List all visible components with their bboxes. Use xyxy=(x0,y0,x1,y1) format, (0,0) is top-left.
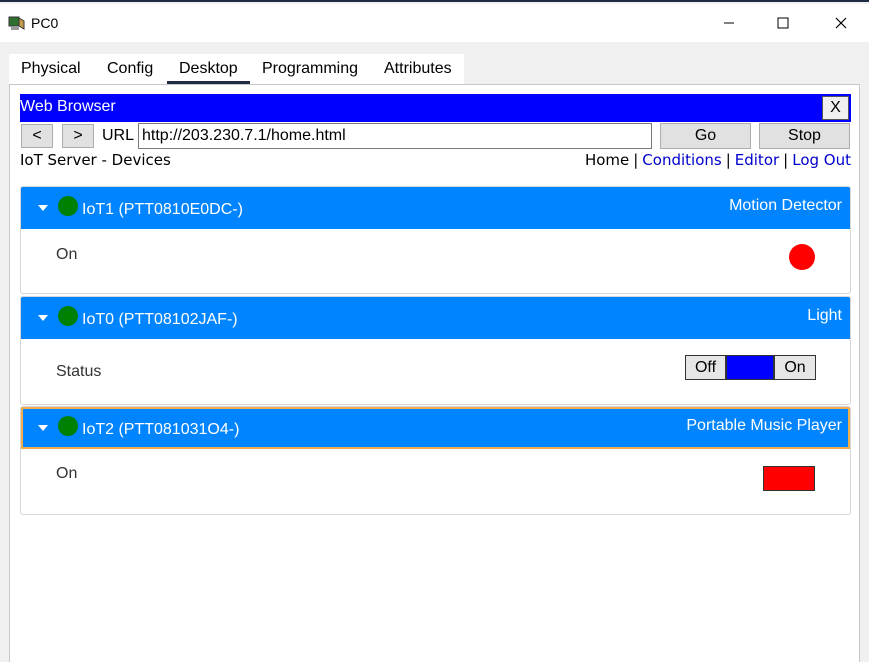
pc0-window: PC0 Physical Config Desktop Programming … xyxy=(0,0,869,662)
caret-down-icon[interactable] xyxy=(38,315,48,321)
minimize-button[interactable] xyxy=(706,6,752,40)
tab-programming[interactable]: Programming xyxy=(262,54,358,84)
stop-button[interactable]: Stop xyxy=(759,123,850,149)
page-nav-links: Home | Conditions | Editor | Log Out xyxy=(585,151,851,169)
window-titlebar[interactable]: PC0 xyxy=(0,4,869,42)
home-label: Home xyxy=(584,151,630,169)
link-separator: | xyxy=(633,151,639,169)
device-name: IoT2 (PTT081031O4-) xyxy=(82,421,240,438)
go-button[interactable]: Go xyxy=(660,123,751,149)
window-title: PC0 xyxy=(31,15,59,31)
device-header-iot2[interactable]: IoT2 (PTT081031O4-) Portable Music Playe… xyxy=(21,407,850,449)
conditions-link[interactable]: Conditions xyxy=(642,151,721,169)
tab-bar: Physical Config Desktop Programming Attr… xyxy=(9,54,464,84)
caret-down-icon[interactable] xyxy=(38,425,48,431)
music-player-indicator[interactable] xyxy=(763,466,815,491)
pc-app-icon xyxy=(8,16,25,30)
caret-down-icon[interactable] xyxy=(38,205,48,211)
status-dot-icon xyxy=(58,416,78,436)
tab-config[interactable]: Config xyxy=(107,54,153,84)
url-label: URL xyxy=(102,127,135,144)
web-browser-title: Web Browser xyxy=(20,98,116,115)
logout-link[interactable]: Log Out xyxy=(792,151,851,169)
back-button[interactable]: < xyxy=(21,124,53,148)
forward-button[interactable]: > xyxy=(62,124,94,148)
device-name: IoT0 (PTT08102JAF-) xyxy=(82,311,238,328)
property-label: On xyxy=(56,465,78,482)
device-panel-iot2: IoT2 (PTT081031O4-) Portable Music Playe… xyxy=(20,406,851,515)
device-type: Motion Detector xyxy=(729,197,842,214)
device-panel-iot1: IoT1 (PTT0810E0DC-) Motion Detector On xyxy=(20,186,851,294)
toggle-slider[interactable] xyxy=(726,355,774,380)
device-name: IoT1 (PTT0810E0DC-) xyxy=(82,201,243,218)
minimize-icon xyxy=(724,22,734,24)
link-separator: | xyxy=(783,151,789,169)
tab-attributes[interactable]: Attributes xyxy=(384,54,452,84)
link-separator: | xyxy=(725,151,731,169)
device-type: Portable Music Player xyxy=(686,417,842,434)
status-dot-icon xyxy=(58,196,78,216)
tab-physical[interactable]: Physical xyxy=(21,54,81,84)
close-icon xyxy=(835,17,847,29)
status-dot-icon xyxy=(58,306,78,326)
device-header-iot1[interactable]: IoT1 (PTT0810E0DC-) Motion Detector xyxy=(21,187,850,229)
toggle-off-button[interactable]: Off xyxy=(685,355,726,380)
property-label: On xyxy=(56,246,78,263)
tab-desktop[interactable]: Desktop xyxy=(167,54,250,84)
light-status-toggle[interactable]: Off On xyxy=(685,355,816,380)
url-input[interactable] xyxy=(138,123,652,149)
device-type: Light xyxy=(807,307,842,324)
maximize-button[interactable] xyxy=(760,6,806,40)
browser-nav-bar: < > URL Go Stop xyxy=(20,123,851,151)
motion-indicator-led xyxy=(789,244,815,270)
toggle-on-button[interactable]: On xyxy=(774,355,816,380)
web-browser-close-button[interactable]: X xyxy=(822,96,849,120)
web-browser-titlebar: Web Browser X xyxy=(20,94,851,122)
editor-link[interactable]: Editor xyxy=(735,151,779,169)
desktop-content: Web Browser X < > URL Go Stop IoT Server… xyxy=(9,84,860,662)
maximize-icon xyxy=(777,17,789,29)
device-header-iot0[interactable]: IoT0 (PTT08102JAF-) Light xyxy=(21,297,850,339)
property-label: Status xyxy=(56,363,102,380)
page-header: IoT Server - Devices Home | Conditions | Edi… xyxy=(20,151,851,173)
page-title: IoT Server - Devices xyxy=(20,151,171,169)
device-panel-iot0: IoT0 (PTT08102JAF-) Light Status Off On xyxy=(20,296,851,405)
close-button[interactable] xyxy=(818,6,864,40)
